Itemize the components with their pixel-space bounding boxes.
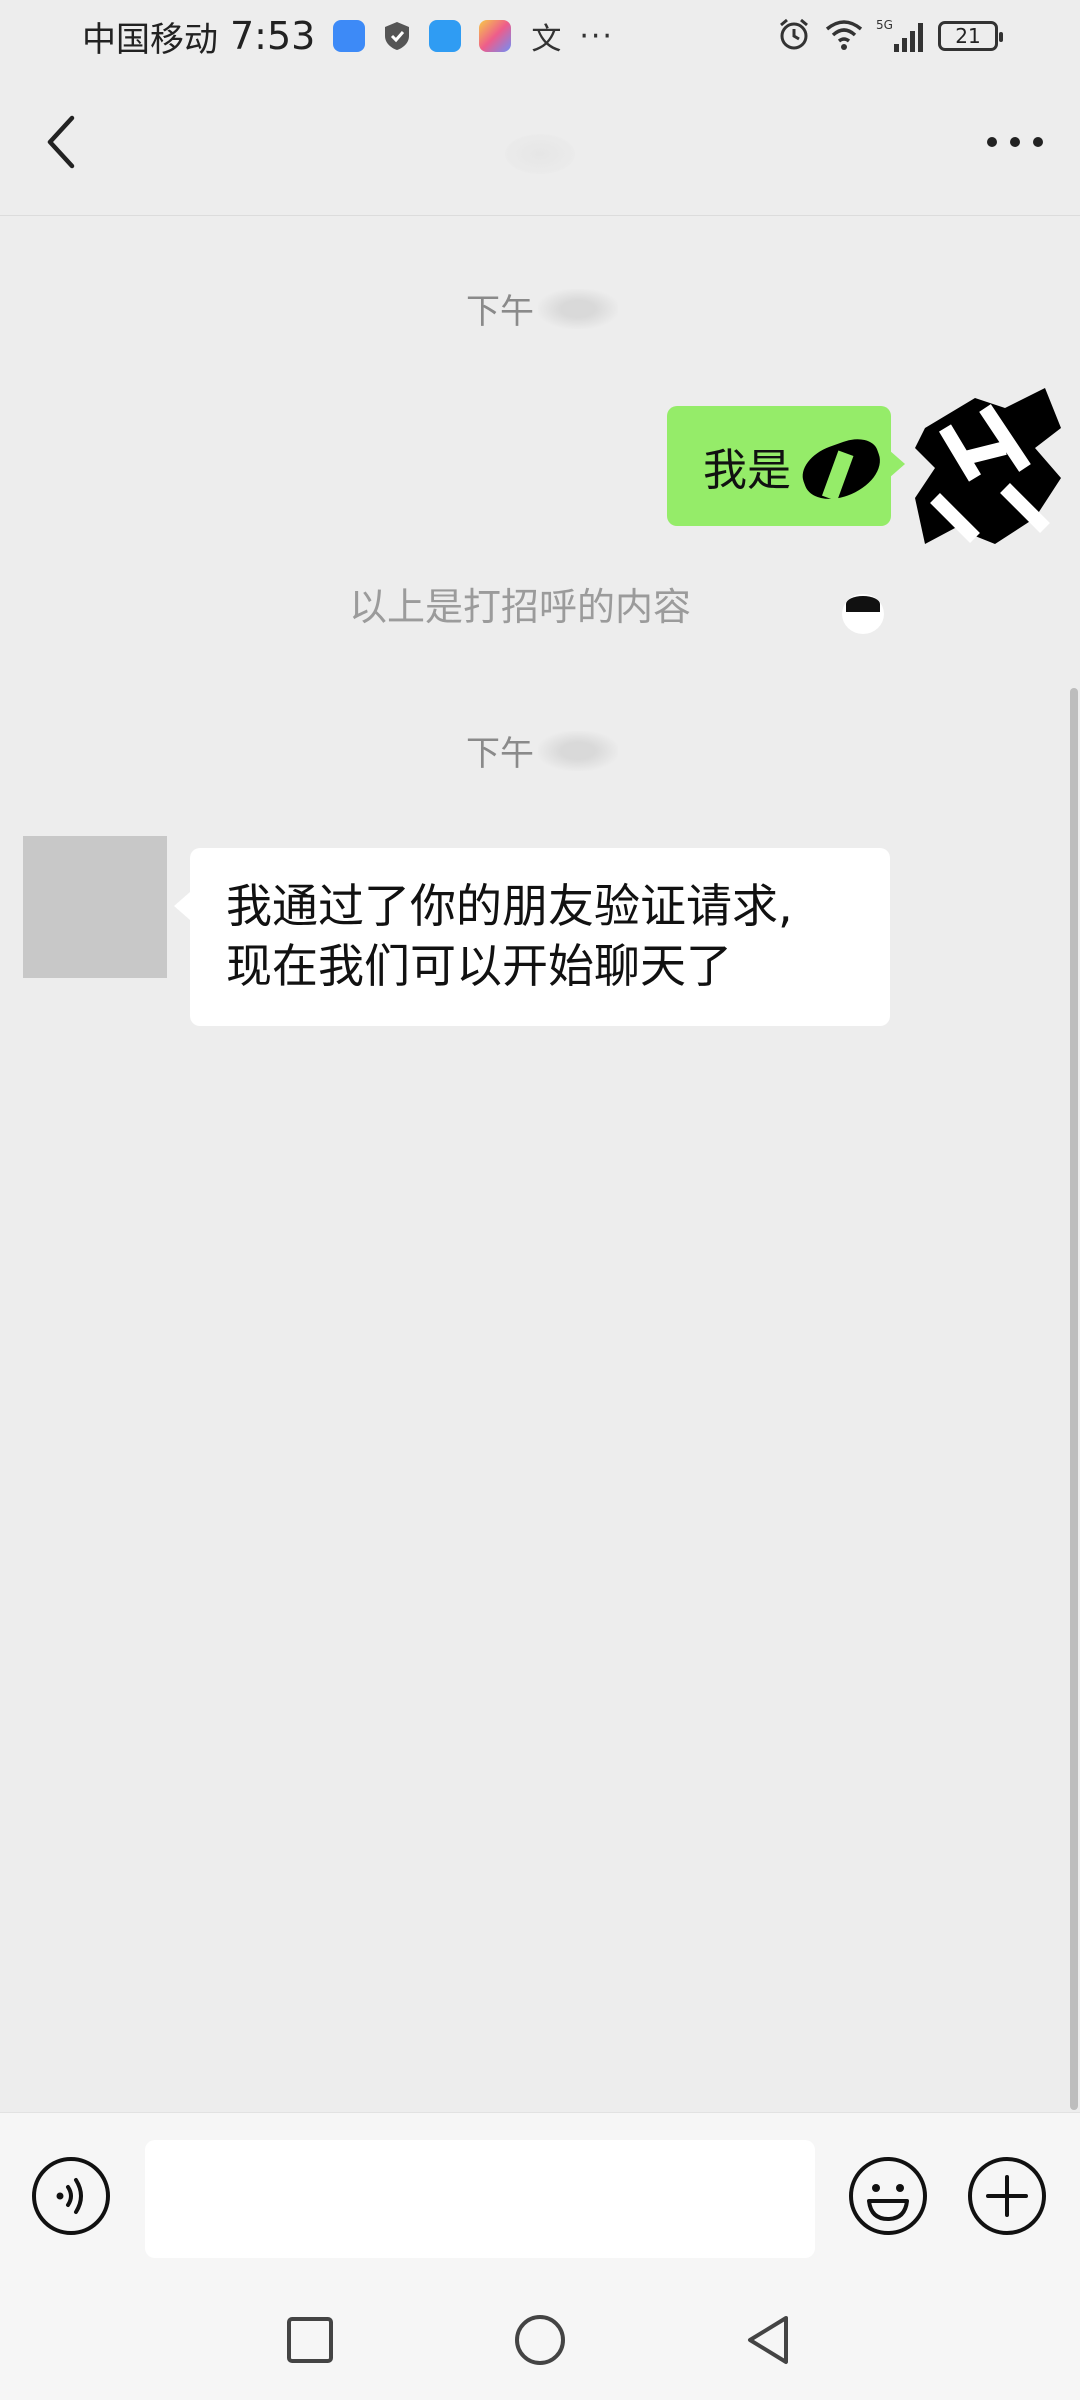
back-icon <box>748 2316 788 2364</box>
cloud-icon <box>333 20 366 52</box>
back-button[interactable] <box>30 110 94 174</box>
signal-icon: 5G <box>876 18 926 54</box>
emoji-button[interactable] <box>847 2155 929 2237</box>
status-bar-right: 5G 21 <box>776 12 1003 60</box>
more-options-button[interactable] <box>970 110 1060 174</box>
timestamp-redacted <box>538 288 618 329</box>
chat-message-list[interactable]: 下午 我是 以上是打招呼的内容 下午 我通过了你的朋友验证请求, 现在我们可以开… <box>0 216 1080 2112</box>
alarm-icon <box>776 16 812 56</box>
timestamp: 下午 <box>466 726 618 775</box>
home-icon <box>515 2315 565 2365</box>
flag-app-icon <box>479 20 512 52</box>
carrier-name: 中国移动 <box>82 19 218 60</box>
incoming-bubble-tail <box>174 892 190 920</box>
clock: 7:53 <box>230 14 316 58</box>
chat-header <box>0 72 1080 216</box>
wifi-icon <box>824 17 864 55</box>
weather-icon <box>429 20 462 52</box>
outgoing-message-text: 我是 <box>703 445 791 496</box>
contact-avatar[interactable] <box>23 836 167 978</box>
more-horizontal-icon <box>987 137 1043 147</box>
timestamp-text: 下午 <box>466 734 534 774</box>
home-button[interactable] <box>510 2310 570 2370</box>
chevron-left-icon <box>47 115 75 169</box>
plus-icon <box>968 2157 1046 2235</box>
incoming-message-line: 现在我们可以开始聊天了 <box>226 939 732 993</box>
status-bar: 中国移动 7:53 文 ··· 5G 21 <box>0 0 1080 72</box>
more-functions-button[interactable] <box>966 2155 1048 2237</box>
redaction-mark <box>842 594 884 634</box>
outgoing-message-bubble[interactable]: 我是 <box>667 406 891 526</box>
outgoing-bubble-tail <box>889 450 905 478</box>
scrollbar[interactable] <box>1070 688 1078 2110</box>
voice-icon <box>32 2157 110 2235</box>
status-bar-left: 中国移动 7:53 文 ··· <box>82 12 614 60</box>
message-input-bar <box>0 2112 1080 2280</box>
system-note: 以上是打招呼的内容 <box>348 585 691 629</box>
system-nav-bar <box>0 2280 1080 2400</box>
battery-icon: 21 <box>938 21 1003 51</box>
chat-title-redacted <box>505 134 575 174</box>
system-back-button[interactable] <box>738 2310 798 2370</box>
message-text-input[interactable] <box>145 2140 815 2258</box>
incoming-message-bubble[interactable]: 我通过了你的朋友验证请求, 现在我们可以开始聊天了 <box>190 848 890 1026</box>
incoming-message-line: 我通过了你的朋友验证请求, <box>226 879 793 933</box>
battery-level: 21 <box>955 24 981 48</box>
timestamp-text: 下午 <box>466 292 534 332</box>
timestamp-redacted <box>538 730 618 771</box>
more-notifications-icon: ··· <box>579 18 614 54</box>
network-type-label: 5G <box>876 18 893 32</box>
emoji-icon <box>849 2157 927 2235</box>
my-avatar[interactable] <box>915 388 1061 544</box>
voice-input-button[interactable] <box>30 2155 112 2237</box>
avatar-redacted-icon <box>915 388 1061 544</box>
recent-apps-button[interactable] <box>280 2310 340 2370</box>
translate-icon: 文 <box>531 22 562 57</box>
shield-icon <box>383 20 411 52</box>
recent-apps-icon <box>287 2317 333 2363</box>
redaction-mark <box>795 431 889 509</box>
timestamp: 下午 <box>466 284 618 333</box>
